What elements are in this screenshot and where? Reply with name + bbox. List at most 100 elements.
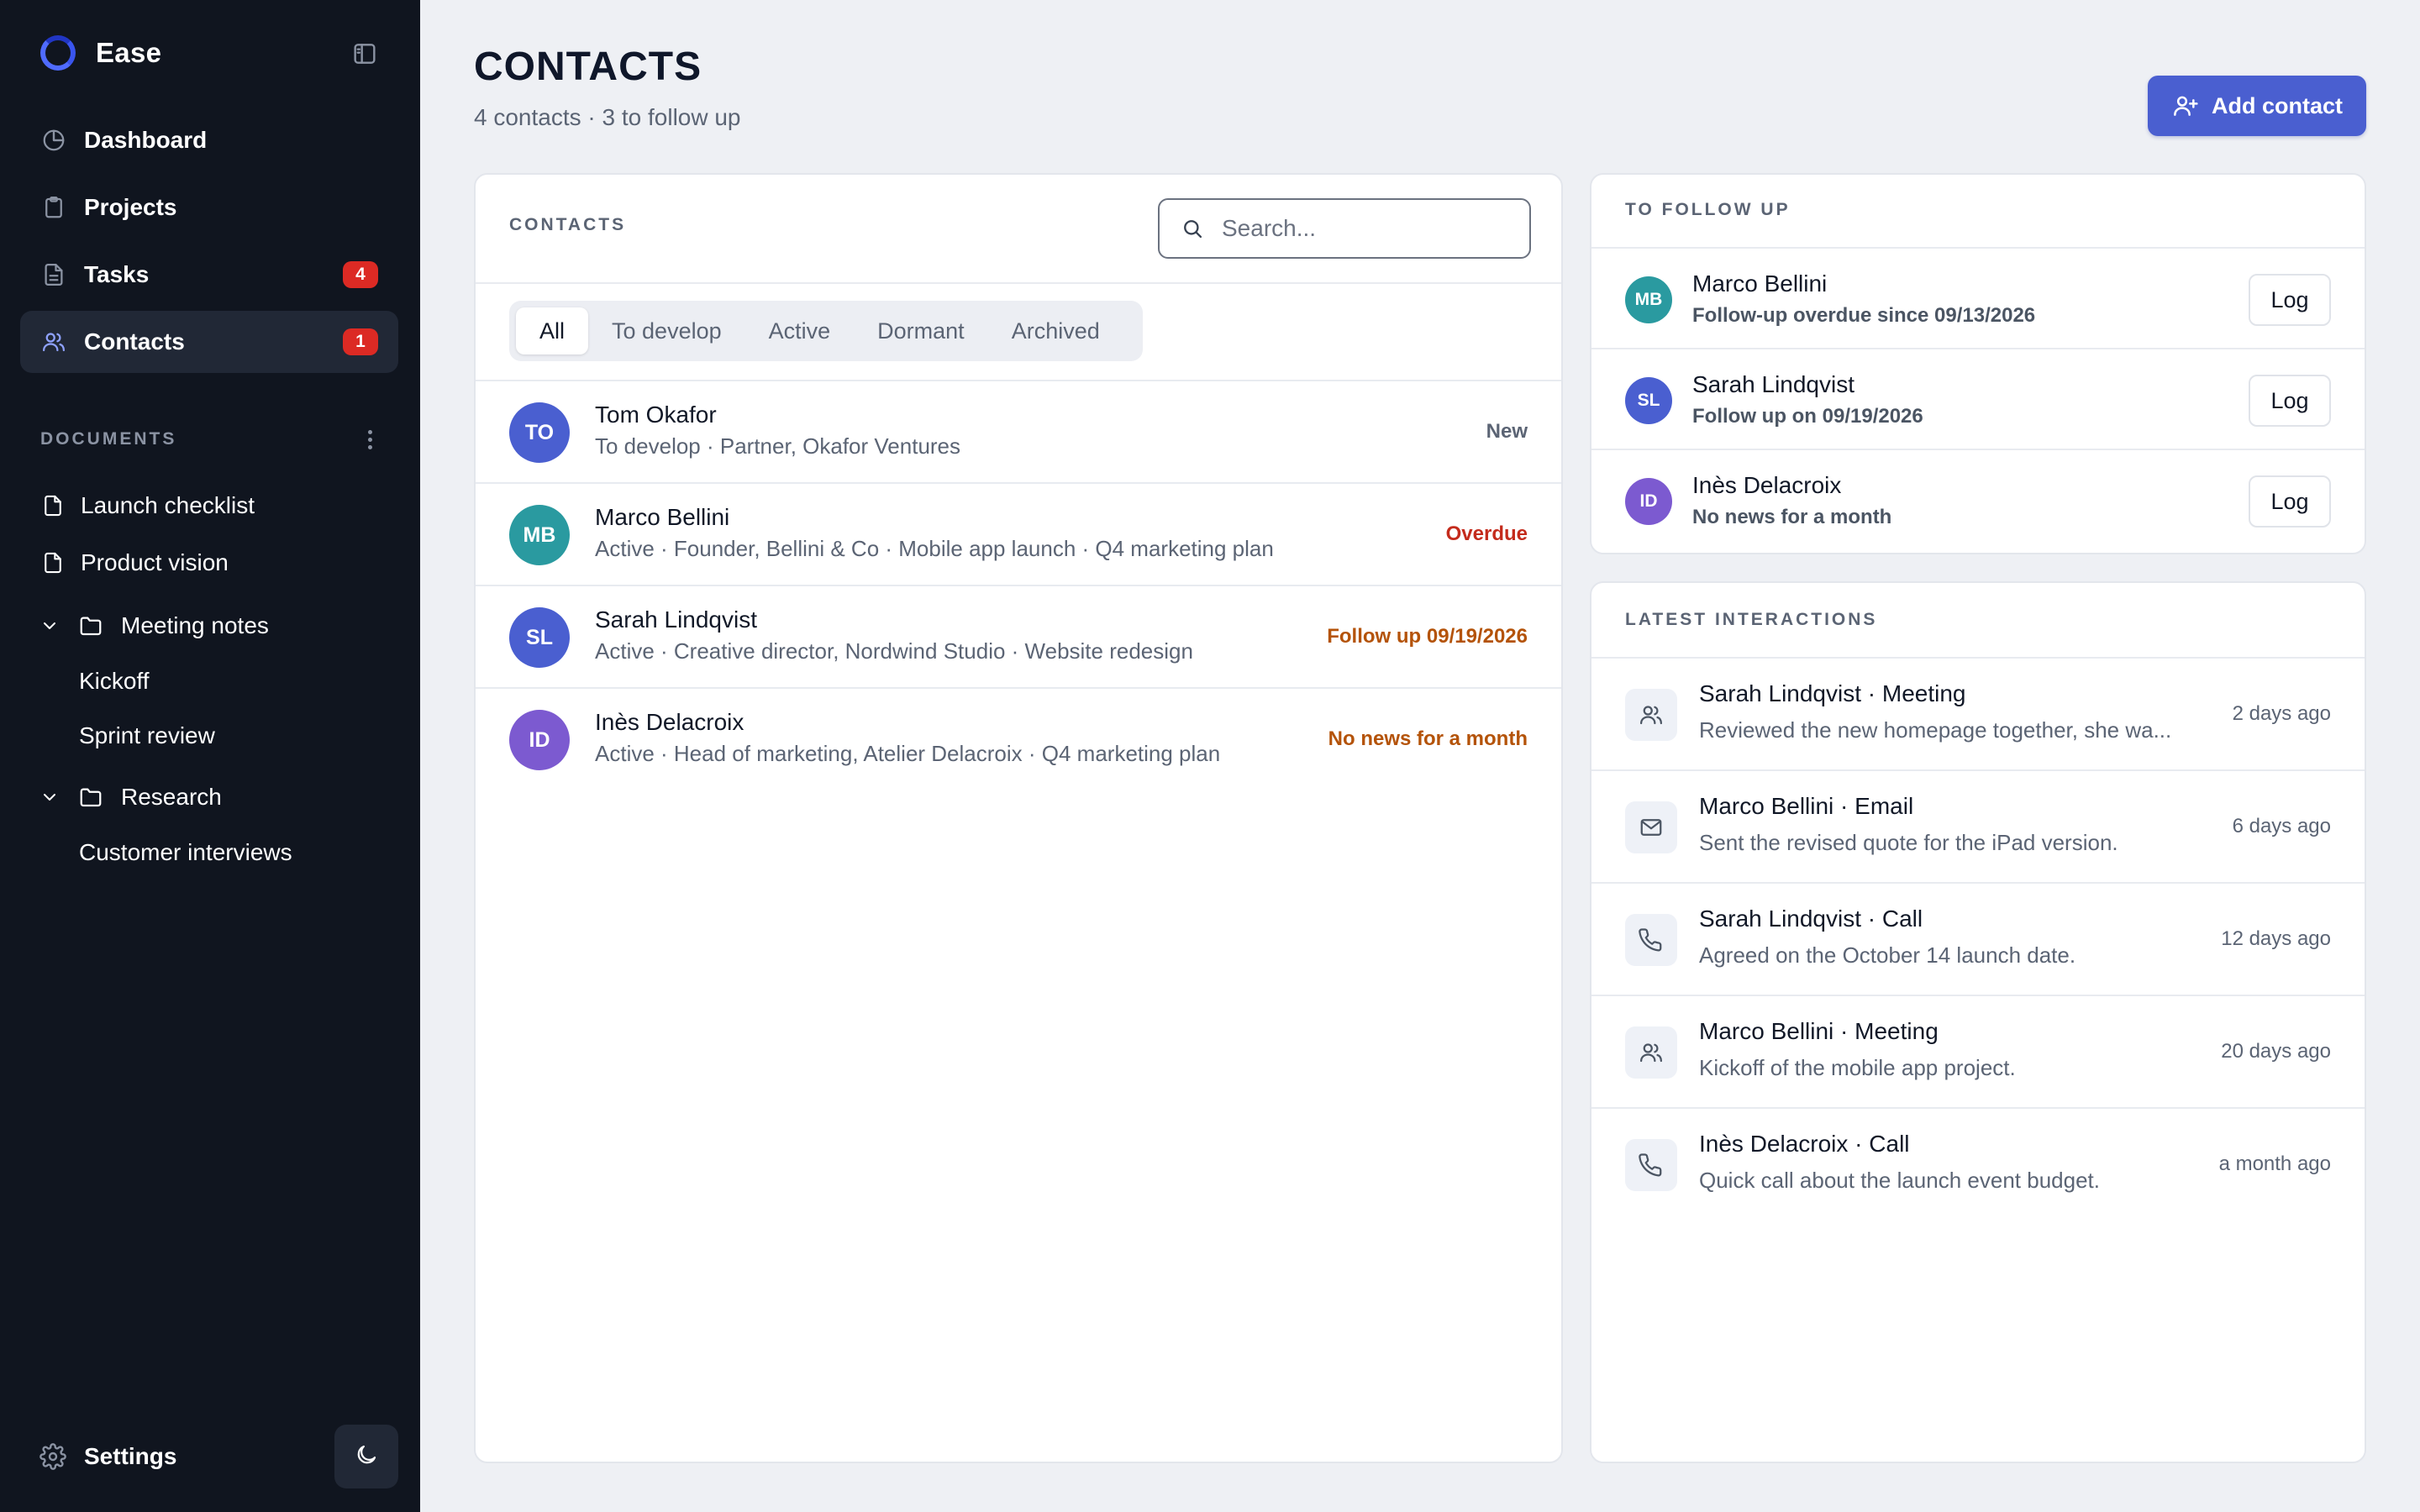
nav-item-label: Contacts xyxy=(84,328,185,354)
search-field[interactable] xyxy=(1158,198,1531,259)
interaction-text: Kickoff of the mobile app project. xyxy=(1699,1055,2016,1080)
avatar: ID xyxy=(1625,478,1672,525)
interaction-title: Sarah Lindqvist · Meeting xyxy=(1699,680,1966,706)
follow-up-name: Marco Bellini xyxy=(1692,270,1828,297)
nav-item-contacts[interactable]: Contacts 1 xyxy=(20,311,398,373)
follow-up-row[interactable]: ID Inès Delacroix No news for a month Lo… xyxy=(1591,449,2365,549)
latest-interactions-panel: LATEST INTERACTIONS Sarah Lindqvist · Me… xyxy=(1590,581,2366,1463)
avatar: SL xyxy=(1625,377,1672,424)
tab-all[interactable]: All xyxy=(516,307,589,354)
more-options-icon[interactable] xyxy=(360,427,380,452)
folder-meeting-notes[interactable]: Meeting notes xyxy=(39,609,269,643)
follow-up-name: Inès Delacroix xyxy=(1692,472,1842,498)
file-text-icon xyxy=(40,261,67,288)
phone-icon xyxy=(1625,1139,1677,1191)
file-icon xyxy=(40,550,66,575)
document-product-vision[interactable]: Product vision xyxy=(40,546,229,580)
chevron-down-icon[interactable] xyxy=(39,786,60,808)
sidebar-toggle-icon[interactable] xyxy=(351,40,378,67)
log-button[interactable]: Log xyxy=(2249,475,2331,528)
folder-icon xyxy=(77,784,104,811)
contact-name: Marco Bellini xyxy=(595,504,730,530)
follow-up-label: TO FOLLOW UP xyxy=(1625,200,1791,219)
settings-label: Settings xyxy=(84,1443,177,1469)
tab-dormant[interactable]: Dormant xyxy=(854,307,988,354)
folder-research[interactable]: Research xyxy=(39,780,222,814)
mail-icon xyxy=(1625,801,1677,853)
clipboard-icon xyxy=(40,194,67,221)
follow-up-row[interactable]: SL Sarah Lindqvist Follow up on 09/19/20… xyxy=(1591,348,2365,449)
interaction-row[interactable]: Inès Delacroix · Call Quick call about t… xyxy=(1591,1107,2365,1220)
logo-icon xyxy=(40,35,76,71)
interaction-title: Marco Bellini · Email xyxy=(1699,793,1914,819)
interaction-time: 6 days ago xyxy=(2232,815,2331,837)
documents-header: DOCUMENTS xyxy=(40,427,380,452)
search-icon xyxy=(1180,216,1205,241)
interaction-time: 2 days ago xyxy=(2232,702,2331,725)
documents-header-label: DOCUMENTS xyxy=(40,429,177,449)
brand[interactable]: Ease xyxy=(40,34,161,72)
page-title: CONTACTS xyxy=(474,45,702,89)
app-name: Ease xyxy=(96,37,162,68)
follow-up-name: Sarah Lindqvist xyxy=(1692,371,1855,397)
contacts-panel-label: CONTACTS xyxy=(509,215,627,234)
document-customer-interviews[interactable]: Customer interviews xyxy=(79,836,292,869)
document-label: Product vision xyxy=(81,549,229,575)
log-button[interactable]: Log xyxy=(2249,274,2331,326)
contact-description: Active · Head of marketing, Atelier Dela… xyxy=(595,741,1221,766)
add-contact-button[interactable]: Add contact xyxy=(2148,76,2366,136)
contact-row[interactable]: TO Tom Okafor To develop · Partner, Okaf… xyxy=(476,380,1561,482)
interaction-text: Quick call about the launch event budget… xyxy=(1699,1168,2100,1193)
contact-row[interactable]: ID Inès Delacroix Active · Head of marke… xyxy=(476,687,1561,790)
add-contact-label: Add contact xyxy=(2211,92,2343,118)
follow-up-note: Follow-up overdue since 09/13/2026 xyxy=(1692,304,2036,327)
status-label: Overdue xyxy=(1445,522,1528,545)
file-icon xyxy=(40,493,66,518)
settings-link[interactable]: Settings xyxy=(39,1440,176,1473)
nav-item-tasks[interactable]: Tasks 4 xyxy=(20,244,398,306)
contact-name: Sarah Lindqvist xyxy=(595,606,758,633)
nav-item-label: Dashboard xyxy=(84,127,208,153)
interaction-row[interactable]: Marco Bellini · Meeting Kickoff of the m… xyxy=(1591,995,2365,1107)
folder-label: Research xyxy=(121,784,222,810)
filter-tabs: All To develop Active Dormant Archived xyxy=(509,301,1143,361)
contact-row[interactable]: MB Marco Bellini Active · Founder, Belli… xyxy=(476,482,1561,585)
main-nav: Dashboard Projects Tasks 4 Contacts 1 xyxy=(20,109,398,378)
tab-to-develop[interactable]: To develop xyxy=(588,307,745,354)
nav-item-dashboard[interactable]: Dashboard xyxy=(20,109,398,171)
avatar: ID xyxy=(509,710,570,770)
users-icon xyxy=(40,328,67,355)
search-input[interactable] xyxy=(1222,215,1507,242)
contacts-panel: CONTACTS All To develop Active Dormant A… xyxy=(474,173,1563,1463)
log-button[interactable]: Log xyxy=(2249,375,2331,427)
nav-item-projects[interactable]: Projects xyxy=(20,176,398,239)
page-subtitle: 4 contacts · 3 to follow up xyxy=(474,104,741,130)
interaction-row[interactable]: Sarah Lindqvist · Meeting Reviewed the n… xyxy=(1591,657,2365,769)
follow-up-panel: TO FOLLOW UP MB Marco Bellini Follow-up … xyxy=(1590,173,2366,554)
moon-icon xyxy=(354,1442,379,1472)
interaction-title: Inès Delacroix · Call xyxy=(1699,1131,1910,1157)
tab-archived[interactable]: Archived xyxy=(988,307,1123,354)
interaction-title: Sarah Lindqvist · Call xyxy=(1699,906,1923,932)
interaction-row[interactable]: Sarah Lindqvist · Call Agreed on the Oct… xyxy=(1591,882,2365,995)
interaction-row[interactable]: Marco Bellini · Email Sent the revised q… xyxy=(1591,769,2365,882)
follow-up-row[interactable]: MB Marco Bellini Follow-up overdue since… xyxy=(1591,247,2365,348)
follow-up-note: Follow up on 09/19/2026 xyxy=(1692,405,1923,428)
interaction-time: a month ago xyxy=(2218,1152,2331,1175)
sidebar: Ease Dashboard Projects Tasks 4 Contacts… xyxy=(0,0,420,1512)
tab-active[interactable]: Active xyxy=(745,307,855,354)
document-kickoff[interactable]: Kickoff xyxy=(79,664,150,698)
theme-toggle-button[interactable] xyxy=(334,1425,398,1488)
contacts-count-badge: 1 xyxy=(343,328,378,355)
avatar: MB xyxy=(1625,276,1672,323)
avatar: MB xyxy=(509,505,570,565)
document-sprint-review[interactable]: Sprint review xyxy=(79,719,215,753)
document-launch-checklist[interactable]: Launch checklist xyxy=(40,489,255,522)
chevron-down-icon[interactable] xyxy=(39,615,60,637)
meeting-icon xyxy=(1625,1026,1677,1079)
meeting-icon xyxy=(1625,689,1677,741)
gear-icon xyxy=(39,1442,67,1471)
contact-row[interactable]: SL Sarah Lindqvist Active · Creative dir… xyxy=(476,585,1561,687)
contact-name: Tom Okafor xyxy=(595,402,717,428)
status-label: No news for a month xyxy=(1328,727,1528,750)
